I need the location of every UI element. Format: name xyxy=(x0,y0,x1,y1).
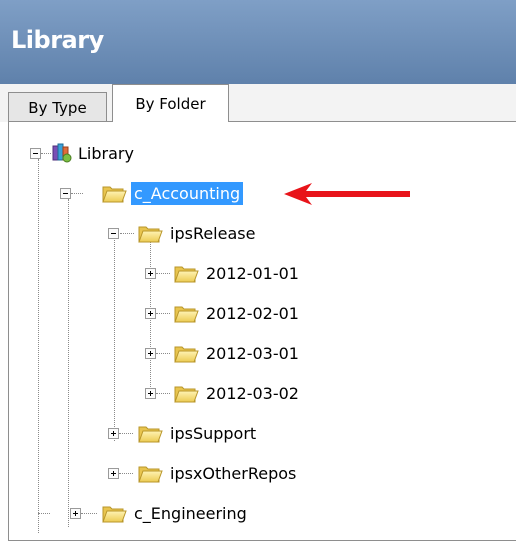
collapse-icon[interactable] xyxy=(108,228,119,239)
tree-item-c-engineering[interactable]: c_Engineering xyxy=(101,498,250,528)
tree-item-label: 2012-03-02 xyxy=(206,383,299,403)
tree-item-2012-03-01[interactable]: 2012-03-01 xyxy=(173,338,302,368)
tree-connector xyxy=(156,273,170,274)
tree-item-2012-02-01[interactable]: 2012-02-01 xyxy=(173,298,302,328)
folder-icon xyxy=(101,182,127,204)
tree-item-ipsxotherrepos[interactable]: ipsxOtherRepos xyxy=(137,458,299,488)
tree-item-label: 2012-03-01 xyxy=(206,343,299,363)
tree-connector xyxy=(119,433,133,434)
tree-connector xyxy=(114,240,115,441)
tree-connector xyxy=(81,513,97,514)
tree-item-2012-03-02[interactable]: 2012-03-02 xyxy=(173,378,302,408)
tree-item-label: ipsxOtherRepos xyxy=(170,463,297,483)
tree-item-library[interactable]: Library xyxy=(51,138,137,168)
expand-icon[interactable] xyxy=(108,428,119,439)
tree-connector xyxy=(41,153,51,154)
tree-item-label: ipsSupport xyxy=(170,423,257,443)
tree-item-c-accounting[interactable]: c_Accounting xyxy=(101,178,244,208)
tree-connector xyxy=(120,233,134,234)
expand-icon[interactable] xyxy=(145,388,156,399)
tree-item-ipsrelease[interactable]: ipsRelease xyxy=(137,218,258,248)
tree-connector xyxy=(119,473,133,474)
folder-icon xyxy=(137,462,163,484)
expand-icon[interactable] xyxy=(145,308,156,319)
folder-tree: Library c_Accounting ipsRelease 2012-01-… xyxy=(0,0,516,533)
tree-item-label: ipsRelease xyxy=(170,223,256,243)
tree-item-label: 2012-02-01 xyxy=(206,303,299,323)
tree-connector xyxy=(38,513,39,533)
folder-icon xyxy=(101,502,127,524)
folder-icon xyxy=(173,262,199,284)
library-icon xyxy=(52,143,72,163)
folder-icon xyxy=(137,422,163,444)
tab-by-folder[interactable]: By Folder xyxy=(112,84,229,122)
tree-item-label: c_Engineering xyxy=(134,503,247,523)
folder-icon xyxy=(173,382,199,404)
expand-icon[interactable] xyxy=(145,268,156,279)
expand-icon[interactable] xyxy=(145,348,156,359)
folder-icon xyxy=(173,302,199,324)
collapse-icon[interactable] xyxy=(60,188,71,199)
tree-connector xyxy=(68,199,69,527)
expand-icon[interactable] xyxy=(108,468,119,479)
tree-item-2012-01-01[interactable]: 2012-01-01 xyxy=(173,258,302,288)
tree-item-ipssupport[interactable]: ipsSupport xyxy=(137,418,259,448)
tree-connector xyxy=(156,353,170,354)
tree-connector xyxy=(156,393,170,394)
tree-connector xyxy=(156,313,170,314)
tree-item-label: 2012-01-01 xyxy=(206,263,299,283)
folder-icon xyxy=(137,222,163,244)
tree-item-label: Library xyxy=(78,143,134,163)
tree-connector xyxy=(38,513,50,514)
tree-item-label: c_Accounting xyxy=(131,181,244,205)
collapse-icon[interactable] xyxy=(30,148,41,159)
tree-connector xyxy=(71,193,83,194)
tree-connector xyxy=(38,159,39,513)
red-arrow-icon xyxy=(284,183,410,205)
folder-icon xyxy=(173,342,199,364)
expand-icon[interactable] xyxy=(70,508,81,519)
